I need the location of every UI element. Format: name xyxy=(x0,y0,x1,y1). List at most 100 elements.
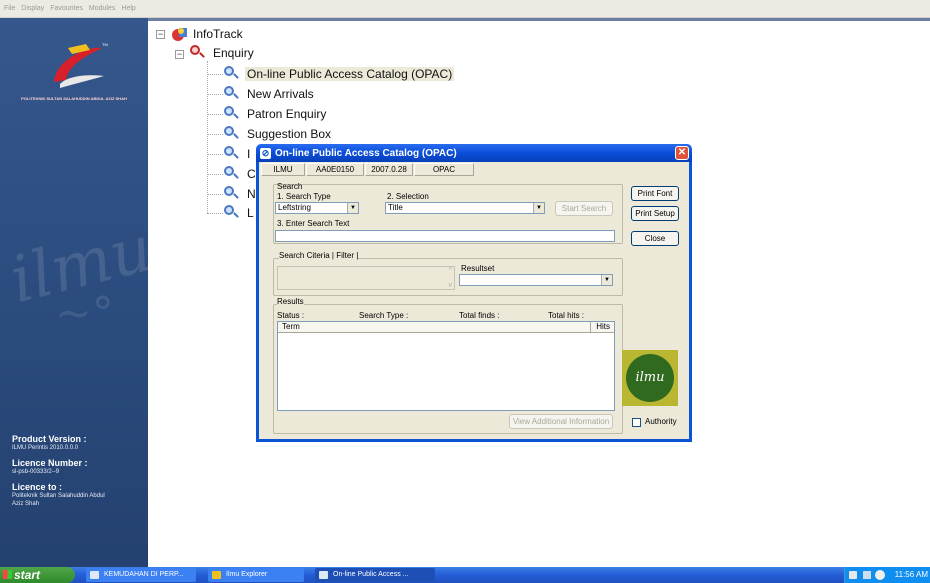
start-search-button[interactable]: Start Search xyxy=(555,201,613,216)
network-icon[interactable] xyxy=(863,571,871,579)
tree-label-infotrack: InfoTrack xyxy=(193,27,243,41)
close-icon[interactable]: ✕ xyxy=(675,146,689,160)
status-bar: ILMU AA0E0150 2007.0.28 OPAC xyxy=(261,163,689,176)
folder-icon xyxy=(90,571,99,579)
search-type-label: 1. Search Type xyxy=(277,192,331,201)
dialog-titlebar[interactable]: ⊘ On-line Public Access Catalog (OPAC) xyxy=(256,144,692,162)
search-text-input[interactable] xyxy=(275,230,615,242)
menu-display[interactable]: Display xyxy=(21,5,44,12)
dialog-title: On-line Public Access Catalog (OPAC) xyxy=(275,147,457,159)
print-font-button[interactable]: Print Font xyxy=(631,186,679,201)
criteria-list[interactable]: ^ v xyxy=(277,266,455,290)
licence-number-value: sl-psb-00333/2--9 xyxy=(12,469,60,475)
tree-label-opac: On-line Public Access Catalog (OPAC) xyxy=(245,67,455,81)
results-table[interactable]: Term Hits xyxy=(277,321,615,411)
licence-number-block: Licence Number : sl-psb-00333/2--9 xyxy=(12,458,88,476)
tree-label-hidden-4: L xyxy=(247,206,254,220)
status-id: AA0E0150 xyxy=(306,163,364,176)
enter-text-label: 3. Enter Search Text xyxy=(277,219,350,228)
product-version-block: Product Version : ILMU Perintis 2010.0.0… xyxy=(12,434,87,452)
tree-item-opac[interactable]: On-line Public Access Catalog (OPAC) xyxy=(224,66,455,82)
system-tray: 11:56 AM xyxy=(844,567,930,583)
infotrack-icon xyxy=(170,26,187,42)
window-icon xyxy=(319,571,328,579)
new-arrivals-icon xyxy=(224,86,240,102)
tree-item-hidden-3[interactable]: N xyxy=(224,186,258,202)
tree-label-enquiry: Enquiry xyxy=(213,46,254,60)
app-icon xyxy=(212,571,221,579)
product-version-label: Product Version : xyxy=(12,434,87,444)
tree-item-new-arrivals[interactable]: New Arrivals xyxy=(224,86,316,102)
enquiry-icon xyxy=(190,45,206,61)
authority-label: Authority xyxy=(645,417,677,426)
status-module: OPAC xyxy=(414,163,474,176)
authority-checkbox[interactable] xyxy=(632,418,641,427)
tree-label-new-arrivals: New Arrivals xyxy=(247,87,314,101)
menu-favourites[interactable]: Favourites xyxy=(50,5,83,12)
watermark-arabic: ~° xyxy=(55,288,114,339)
search-type-value: Leftstring xyxy=(278,203,311,212)
svg-text:TM: TM xyxy=(102,42,108,47)
tree-label-suggestion-box: Suggestion Box xyxy=(247,127,332,141)
tree-item-hidden-4[interactable]: L xyxy=(224,205,256,221)
status-label: Status : xyxy=(277,311,305,320)
taskbar-item-ilmu-explorer[interactable]: Ilmu Explorer xyxy=(208,568,304,582)
column-hits[interactable]: Hits xyxy=(590,322,614,332)
dropdown-arrow-icon: ▼ xyxy=(347,203,358,213)
resultset-label: Resultset xyxy=(461,264,495,273)
opac-search-icon xyxy=(224,66,240,82)
close-button[interactable]: Close xyxy=(631,231,679,246)
status-system: ILMU xyxy=(261,163,305,176)
view-additional-button[interactable]: View Additional Information xyxy=(509,414,613,429)
taskbar: start KEMUDAHAN DI PERP... Ilmu Explorer… xyxy=(0,567,930,583)
search-type-select[interactable]: Leftstring ▼ xyxy=(275,202,359,214)
tree-item-suggestion-box[interactable]: Suggestion Box xyxy=(224,126,333,142)
suggestion-box-icon xyxy=(224,126,240,142)
search-type-column-label: Search Type : xyxy=(359,311,409,320)
results-table-header: Term Hits xyxy=(278,322,614,333)
taskbar-item-opac[interactable]: On-line Public Access ... xyxy=(315,568,435,582)
sidebar: TM POLITEKNIK SULTAN SALAHUDDIN ABDUL AZ… xyxy=(0,18,148,567)
tree-item-patron-enquiry[interactable]: Patron Enquiry xyxy=(224,106,328,122)
tree-item-infotrack[interactable]: InfoTrack xyxy=(170,26,245,42)
hidden-item-icon xyxy=(224,146,240,162)
start-button[interactable]: start xyxy=(0,567,75,583)
tree-item-hidden-1[interactable]: I xyxy=(224,146,252,162)
menu-bar: File Display Favourites Modules Help xyxy=(0,0,930,18)
print-setup-button[interactable]: Print Setup xyxy=(631,206,679,221)
licence-number-label: Licence Number : xyxy=(12,458,88,468)
product-version-value: ILMU Perintis 2010.0.0.0 xyxy=(12,445,79,451)
dropdown-arrow-icon: ▼ xyxy=(601,275,612,285)
tree-label-hidden-1: I xyxy=(247,147,251,161)
taskbar-item-kemudahan[interactable]: KEMUDAHAN DI PERP... xyxy=(86,568,196,582)
taskbar-label-kemudahan: KEMUDAHAN DI PERP... xyxy=(104,571,184,578)
tray-icon[interactable] xyxy=(849,571,857,579)
scroll-up-icon[interactable]: ^ xyxy=(449,267,452,274)
hidden-item-icon xyxy=(224,205,240,221)
clock[interactable]: 11:56 AM xyxy=(895,570,928,579)
menu-help[interactable]: Help xyxy=(121,5,135,12)
sound-icon[interactable] xyxy=(875,570,885,580)
dropdown-arrow-icon: ▼ xyxy=(533,203,544,213)
taskbar-label-opac: On-line Public Access ... xyxy=(333,571,409,578)
scroll-down-icon[interactable]: v xyxy=(449,282,453,289)
criteria-tabs[interactable]: Search Citeria | Filter | xyxy=(279,251,359,260)
collapse-infotrack-icon[interactable]: − xyxy=(156,30,165,39)
patron-enquiry-icon xyxy=(224,106,240,122)
taskbar-label-ilmu-explorer: Ilmu Explorer xyxy=(226,571,268,578)
menu-modules[interactable]: Modules xyxy=(89,5,115,12)
selection-label: 2. Selection xyxy=(387,192,429,201)
tree-item-enquiry[interactable]: Enquiry xyxy=(190,45,256,61)
licence-to-block: Licence to : Politeknik Sultan Salahuddi… xyxy=(12,482,105,508)
selection-select[interactable]: Title ▼ xyxy=(385,202,545,214)
total-finds-label: Total finds : xyxy=(459,311,500,320)
selection-value: Title xyxy=(388,203,403,212)
window-icon: ⊘ xyxy=(260,147,271,159)
column-term[interactable]: Term xyxy=(278,322,590,332)
resultset-select[interactable]: ▼ xyxy=(459,274,613,286)
collapse-enquiry-icon[interactable]: − xyxy=(175,50,184,59)
logo-caption: POLITEKNIK SULTAN SALAHUDDIN ABDUL AZIZ … xyxy=(21,96,127,101)
ilmu-logo-text: ilmu xyxy=(626,354,674,402)
menu-file[interactable]: File xyxy=(4,5,15,12)
tree-item-hidden-2[interactable]: C xyxy=(224,166,258,182)
